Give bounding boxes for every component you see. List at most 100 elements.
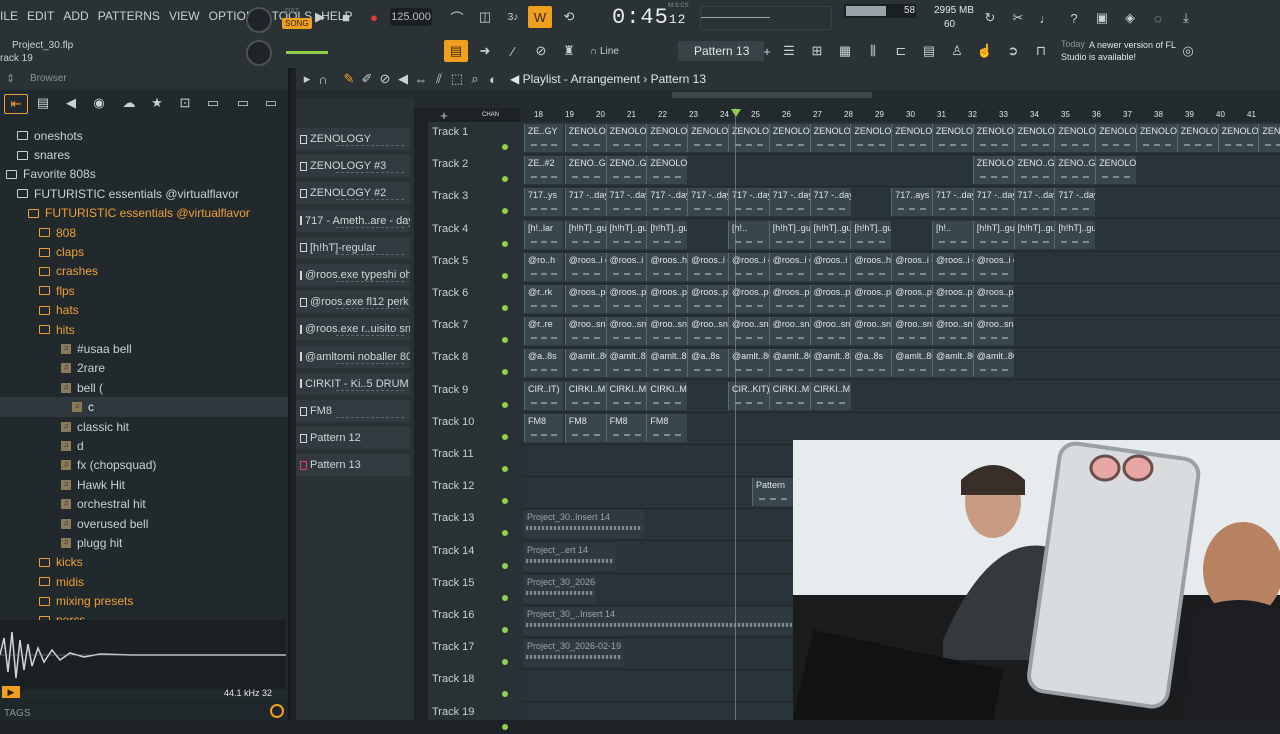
pattern-clip[interactable]: ZENOLOGY — [850, 124, 892, 152]
channel-rack-icon[interactable]: ▦ — [836, 42, 854, 60]
pattern-clip[interactable]: @a..8s — [524, 349, 563, 378]
pattern-clip[interactable]: 717 -..days — [972, 188, 1014, 217]
pattern-clip[interactable]: @roos..i oh — [891, 252, 933, 281]
browser-item[interactable]: flps — [0, 281, 288, 300]
master-volume-knob[interactable] — [246, 7, 272, 33]
picker-item[interactable]: 717 - Ameth..are - days — [296, 209, 410, 232]
menu-view[interactable]: VIEW — [169, 9, 200, 23]
browser-item[interactable]: FUTURISTIC essentials @virtualflavor — [0, 184, 288, 203]
pattern-clip[interactable]: @r..rk — [524, 285, 563, 313]
track-header[interactable]: Track 14 — [428, 541, 522, 573]
pattern-clip[interactable]: 717 -..days — [564, 188, 606, 217]
pattern-clip[interactable]: @r..re — [524, 317, 563, 346]
browser-item[interactable]: claps — [0, 242, 288, 261]
download-icon[interactable]: ⤓ — [1176, 8, 1196, 28]
pattern-clip[interactable]: [h!..lar — [524, 220, 563, 249]
browser-item[interactable]: hats — [0, 301, 288, 320]
pattern-clip[interactable]: ZENOLOGY — [1136, 124, 1177, 152]
pattern-clip[interactable]: ZENOLOGY #2 — [1095, 156, 1137, 185]
pattern-clip[interactable]: ZENO..GY #2 — [1054, 156, 1096, 185]
pattern-clip[interactable]: @amlt..808s — [891, 349, 933, 378]
pattern-clip[interactable]: [h!hT]..gular — [646, 220, 688, 249]
pattern-clip[interactable]: ZE..#2 — [524, 156, 563, 185]
stamp-icon[interactable]: ♜ — [560, 42, 578, 60]
track-header[interactable]: Track 9 — [428, 380, 522, 412]
new-folder-icon[interactable]: ⊡ — [178, 95, 192, 111]
pattern-clip[interactable]: ZENOLOGY — [932, 124, 973, 152]
delete-tool-icon[interactable]: ⊘ — [378, 71, 392, 87]
snap-select[interactable]: ∩ Line — [590, 46, 619, 57]
pattern-clip[interactable]: @roos..perk — [605, 285, 647, 313]
pattern-clip[interactable]: [h!hT]..gular — [605, 220, 647, 249]
picker-item[interactable]: Pattern 13 — [296, 454, 410, 477]
pattern-clip[interactable]: @roo..snare — [932, 317, 973, 346]
draw-tool-icon[interactable]: ✎ — [342, 71, 356, 87]
plugin-icon[interactable]: ♙ — [948, 42, 966, 60]
browser-item[interactable]: snares — [0, 145, 288, 164]
browser-back-icon[interactable]: ⇤ — [4, 94, 28, 114]
track-lane[interactable]: CIR..IT)CIRKI..M KIT)CIRKI..M KIT)CIRKI.… — [522, 380, 1280, 413]
pattern-clip[interactable]: @roo..snare — [687, 317, 729, 346]
pattern-clip[interactable]: @roos..perk — [809, 285, 851, 313]
tempo-display[interactable]: 125.000 — [390, 8, 432, 26]
pattern-clip[interactable]: FM8 — [646, 413, 688, 442]
picker-item[interactable]: ZENOLOGY #2 — [296, 182, 410, 205]
pattern-clip[interactable]: FM8 — [605, 413, 647, 442]
track-header[interactable]: Track 16 — [428, 605, 522, 637]
pattern-clip[interactable]: ZENOLOGY — [891, 124, 933, 152]
browser-item[interactable]: mixing presets — [0, 591, 288, 610]
touch-icon[interactable]: ☝ — [976, 42, 994, 60]
pattern-clip[interactable]: @roo..snare — [768, 317, 810, 346]
playlist-arrow-icon[interactable]: ▸ — [300, 71, 314, 87]
browser-item[interactable]: ♫ bell ( — [0, 378, 288, 397]
pattern-clip[interactable]: @roos..hi oh — [646, 252, 688, 281]
picker-item[interactable]: @roos.exe r..uisito snare — [296, 318, 410, 341]
pattern-clip[interactable]: 717..ays — [891, 188, 933, 217]
pattern-clip[interactable]: @roos..perk — [932, 285, 973, 313]
current-project-icon[interactable]: ▤ — [36, 95, 50, 111]
track-header[interactable]: Track 6 — [428, 283, 522, 315]
pattern-clip[interactable]: CIRKI..M KIT) — [564, 381, 606, 410]
menu-ile[interactable]: ILE — [0, 9, 18, 23]
pattern-clip[interactable]: CIRKI..M KIT) — [809, 381, 851, 410]
menu-patterns[interactable]: PATTERNS — [98, 9, 160, 23]
master-pitch-knob[interactable] — [246, 40, 272, 66]
pattern-clip[interactable]: [h!hT]..gular — [1013, 220, 1055, 249]
pattern-clip[interactable]: @roo..snare — [891, 317, 933, 346]
browser-item[interactable]: ♫ classic hit — [0, 417, 288, 436]
pattern-clip[interactable]: @roos..perk — [564, 285, 606, 313]
pat-mode-label[interactable]: PAT — [282, 6, 312, 17]
pattern-clip[interactable]: ZENOLOGY — [768, 124, 810, 152]
favorites-icon[interactable]: ★ — [150, 95, 164, 111]
pattern-clip[interactable]: 717 -..days — [646, 188, 688, 217]
track-mute-led[interactable] — [502, 433, 508, 440]
audio-clip[interactable]: Project_30_..Insert 14 — [524, 607, 794, 635]
preview-play-icon[interactable]: ▶ — [2, 686, 20, 698]
track-header[interactable]: Track 8 — [428, 347, 522, 379]
save-icon[interactable]: ▣ — [1092, 8, 1112, 28]
pattern-clip[interactable]: ZENOLOGY #2 — [972, 156, 1014, 185]
mute-tool-icon[interactable]: ◀ — [396, 71, 410, 87]
track-mute-led[interactable] — [502, 401, 508, 408]
pattern-clip[interactable]: @roos..i oh — [932, 252, 973, 281]
pattern-clip[interactable]: @roos..perk — [646, 285, 688, 313]
pattern-clip[interactable]: @roo..snare — [972, 317, 1014, 346]
browser-item[interactable]: ♫ overused bell — [0, 514, 288, 533]
pattern-clip[interactable]: ZENOLOGY — [564, 124, 606, 152]
track-lane[interactable]: @ro..h@roos..i oh@roos..i oh@roos..hi oh… — [522, 251, 1280, 284]
track-mute-led[interactable] — [502, 530, 508, 537]
browser-item[interactable]: FUTURISTIC essentials @virtualflavor — [0, 204, 288, 223]
pattern-clip[interactable]: @roos..perk — [972, 285, 1014, 313]
track-lane[interactable]: ZE..GYZENOLOGYZENOLOGYZENOLOGYZENOLOGYZE… — [522, 122, 1280, 155]
audio-clip[interactable]: Project_30_2026-02-19 18-24-03_Insert 14 — [524, 639, 624, 668]
song-mode-label[interactable]: SONG — [282, 18, 312, 29]
pattern-clip[interactable]: ZENOLOGY — [646, 124, 688, 152]
menu-add[interactable]: ADD — [63, 9, 88, 23]
plugin-picker-icon[interactable]: ⊏ — [892, 42, 910, 60]
pattern-clip[interactable]: 717 -..days — [768, 188, 810, 217]
track-lane[interactable]: ZE..#2ZENO..GY #2ZENO..GY #2ZENOLOGY #2Z… — [522, 154, 1280, 188]
cart-icon[interactable]: ⊓ — [1032, 42, 1050, 60]
loop-record-icon[interactable]: ⟲ — [558, 8, 580, 26]
browser-item[interactable]: ♫ 2rare — [0, 359, 288, 378]
browser-item[interactable]: crashes — [0, 262, 288, 281]
